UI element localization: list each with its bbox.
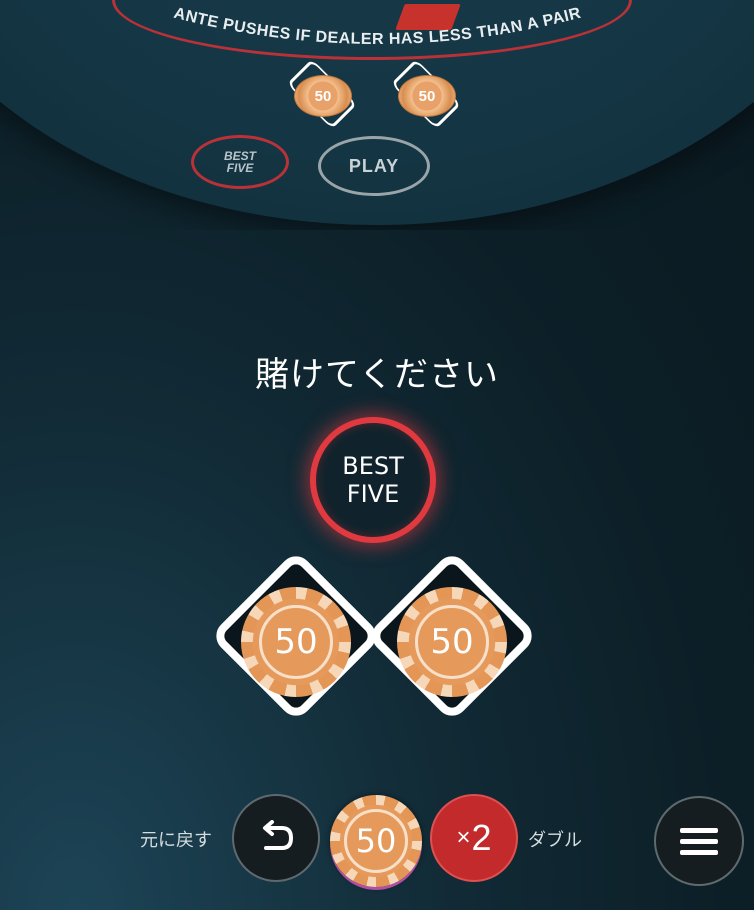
double-button[interactable]: × 2 (430, 794, 518, 882)
best-five-line1: BEST (342, 452, 404, 480)
double-prefix: × (456, 824, 471, 851)
poker-table: ANTE PUSHES IF DEALER HAS LESS THAN A PA… (0, 0, 754, 230)
undo-label: 元に戻す (140, 830, 212, 851)
mini-chip-right: 50 (398, 75, 456, 117)
selected-chip-button[interactable]: 50 (330, 795, 422, 887)
bonus-chip[interactable]: 50 (397, 587, 507, 697)
ante-chip-value: 50 (274, 622, 318, 662)
mini-play-spot: PLAY (318, 136, 430, 196)
bonus-chip-value: 50 (430, 622, 474, 662)
svg-text:ANTE PUSHES IF DEALER HAS LESS: ANTE PUSHES IF DEALER HAS LESS THAN A PA… (172, 5, 583, 48)
mini-best-five-spot: BEST FIVE (191, 135, 289, 189)
best-five-bet-spot[interactable]: BEST FIVE (310, 417, 436, 543)
ante-rule-text-svg: ANTE PUSHES IF DEALER HAS LESS THAN A PA… (172, 5, 583, 48)
ante-chip[interactable]: 50 (241, 587, 351, 697)
selected-chip-value: 50 (355, 822, 397, 860)
undo-icon (263, 820, 294, 850)
mini-chip-left: 50 (294, 75, 352, 117)
undo-button[interactable] (232, 794, 320, 882)
best-five-line2: FIVE (346, 480, 400, 508)
double-value: 2 (471, 817, 492, 858)
mini-best-line2: FIVE (226, 161, 254, 175)
place-bets-prompt: 賭けてください (255, 355, 499, 395)
ante-rule-text: ANTE PUSHES IF DEALER HAS LESS THAN A PA… (172, 5, 582, 48)
hamburger-icon (680, 825, 718, 858)
menu-button[interactable] (654, 796, 744, 886)
double-label: ダブル (528, 830, 582, 851)
